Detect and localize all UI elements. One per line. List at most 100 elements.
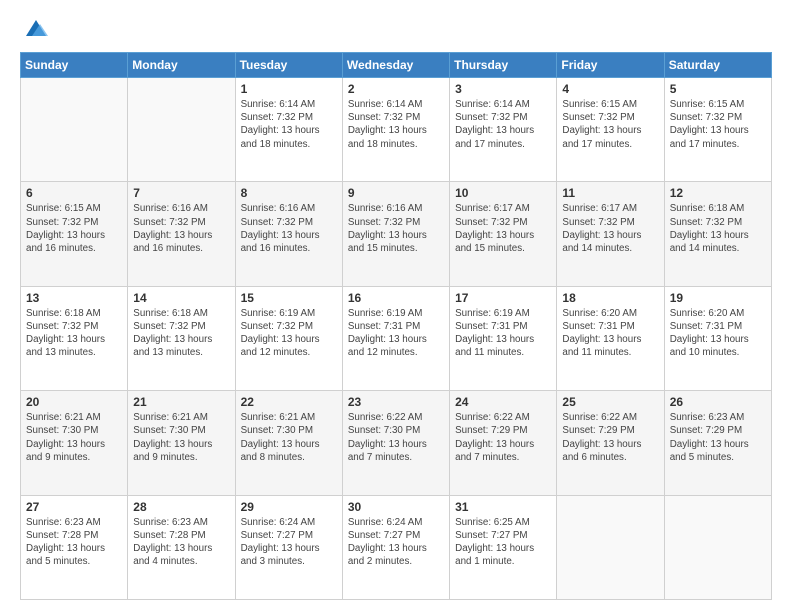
day-number: 9 — [348, 186, 444, 200]
day-info: Sunrise: 6:18 AM Sunset: 7:32 PM Dayligh… — [133, 307, 229, 360]
header — [20, 18, 772, 42]
day-number: 27 — [26, 500, 122, 514]
day-number: 13 — [26, 291, 122, 305]
calendar-cell: 20 Sunrise: 6:21 AM Sunset: 7:30 PM Dayli… — [21, 391, 128, 495]
day-number: 29 — [241, 500, 337, 514]
day-info: Sunrise: 6:16 AM Sunset: 7:32 PM Dayligh… — [348, 202, 444, 255]
calendar-cell: 21 Sunrise: 6:21 AM Sunset: 7:30 PM Dayli… — [128, 391, 235, 495]
calendar-cell: 27 Sunrise: 6:23 AM Sunset: 7:28 PM Dayli… — [21, 495, 128, 599]
calendar-cell: 26 Sunrise: 6:23 AM Sunset: 7:29 PM Dayli… — [664, 391, 771, 495]
day-number: 21 — [133, 395, 229, 409]
day-info: Sunrise: 6:16 AM Sunset: 7:32 PM Dayligh… — [241, 202, 337, 255]
day-number: 11 — [562, 186, 658, 200]
page: SundayMondayTuesdayWednesdayThursdayFrid… — [0, 0, 792, 612]
day-info: Sunrise: 6:19 AM Sunset: 7:31 PM Dayligh… — [348, 307, 444, 360]
calendar-cell — [664, 495, 771, 599]
day-info: Sunrise: 6:23 AM Sunset: 7:29 PM Dayligh… — [670, 411, 766, 464]
day-info: Sunrise: 6:21 AM Sunset: 7:30 PM Dayligh… — [26, 411, 122, 464]
calendar-cell: 18 Sunrise: 6:20 AM Sunset: 7:31 PM Dayli… — [557, 286, 664, 390]
day-number: 7 — [133, 186, 229, 200]
day-info: Sunrise: 6:23 AM Sunset: 7:28 PM Dayligh… — [26, 516, 122, 569]
calendar-cell: 30Sunrise: 6:24 AM Sunset: 7:27 PM Dayli… — [342, 495, 449, 599]
day-info: Sunrise: 6:14 AM Sunset: 7:32 PM Dayligh… — [348, 98, 444, 151]
day-number: 10 — [455, 186, 551, 200]
day-number: 14 — [133, 291, 229, 305]
day-number: 28 — [133, 500, 229, 514]
calendar-cell: 23 Sunrise: 6:22 AM Sunset: 7:30 PM Dayli… — [342, 391, 449, 495]
day-info: Sunrise: 6:24 AM Sunset: 7:27 PM Dayligh… — [348, 516, 444, 569]
day-info: Sunrise: 6:19 AM Sunset: 7:31 PM Dayligh… — [455, 307, 551, 360]
day-number: 15 — [241, 291, 337, 305]
calendar-row-3: 20 Sunrise: 6:21 AM Sunset: 7:30 PM Dayli… — [21, 391, 772, 495]
calendar-cell: 13 Sunrise: 6:18 AM Sunset: 7:32 PM Dayli… — [21, 286, 128, 390]
day-number: 8 — [241, 186, 337, 200]
calendar-table: SundayMondayTuesdayWednesdayThursdayFrid… — [20, 52, 772, 600]
calendar-row-2: 13 Sunrise: 6:18 AM Sunset: 7:32 PM Dayli… — [21, 286, 772, 390]
day-number: 12 — [670, 186, 766, 200]
day-info: Sunrise: 6:22 AM Sunset: 7:30 PM Dayligh… — [348, 411, 444, 464]
calendar-cell: 19 Sunrise: 6:20 AM Sunset: 7:31 PM Dayli… — [664, 286, 771, 390]
day-number: 25 — [562, 395, 658, 409]
calendar-cell: 25Sunrise: 6:22 AM Sunset: 7:29 PM Dayli… — [557, 391, 664, 495]
day-number: 1 — [241, 82, 337, 96]
calendar-cell: 28 Sunrise: 6:23 AM Sunset: 7:28 PM Dayli… — [128, 495, 235, 599]
day-number: 6 — [26, 186, 122, 200]
day-info: Sunrise: 6:23 AM Sunset: 7:28 PM Dayligh… — [133, 516, 229, 569]
calendar-cell: 7 Sunrise: 6:16 AM Sunset: 7:32 PM Daylig… — [128, 182, 235, 286]
day-info: Sunrise: 6:15 AM Sunset: 7:32 PM Dayligh… — [562, 98, 658, 151]
calendar-row-1: 6 Sunrise: 6:15 AM Sunset: 7:32 PM Daylig… — [21, 182, 772, 286]
calendar-cell: 8 Sunrise: 6:16 AM Sunset: 7:32 PM Daylig… — [235, 182, 342, 286]
day-number: 5 — [670, 82, 766, 96]
day-info: Sunrise: 6:17 AM Sunset: 7:32 PM Dayligh… — [562, 202, 658, 255]
day-info: Sunrise: 6:14 AM Sunset: 7:32 PM Dayligh… — [455, 98, 551, 151]
calendar-cell: 15Sunrise: 6:19 AM Sunset: 7:32 PM Dayli… — [235, 286, 342, 390]
logo — [20, 18, 50, 42]
calendar-cell: 29 Sunrise: 6:24 AM Sunset: 7:27 PM Dayli… — [235, 495, 342, 599]
calendar-cell: 5 Sunrise: 6:15 AM Sunset: 7:32 PM Daylig… — [664, 78, 771, 182]
day-info: Sunrise: 6:24 AM Sunset: 7:27 PM Dayligh… — [241, 516, 337, 569]
calendar-cell: 3Sunrise: 6:14 AM Sunset: 7:32 PM Daylig… — [450, 78, 557, 182]
calendar-cell: 24 Sunrise: 6:22 AM Sunset: 7:29 PM Dayli… — [450, 391, 557, 495]
day-number: 16 — [348, 291, 444, 305]
weekday-wednesday: Wednesday — [342, 53, 449, 78]
day-info: Sunrise: 6:21 AM Sunset: 7:30 PM Dayligh… — [241, 411, 337, 464]
day-number: 4 — [562, 82, 658, 96]
calendar-cell: 12 Sunrise: 6:18 AM Sunset: 7:32 PM Dayli… — [664, 182, 771, 286]
day-info: Sunrise: 6:20 AM Sunset: 7:31 PM Dayligh… — [562, 307, 658, 360]
day-number: 18 — [562, 291, 658, 305]
weekday-monday: Monday — [128, 53, 235, 78]
day-info: Sunrise: 6:22 AM Sunset: 7:29 PM Dayligh… — [455, 411, 551, 464]
calendar-row-4: 27 Sunrise: 6:23 AM Sunset: 7:28 PM Dayli… — [21, 495, 772, 599]
day-info: Sunrise: 6:21 AM Sunset: 7:30 PM Dayligh… — [133, 411, 229, 464]
weekday-thursday: Thursday — [450, 53, 557, 78]
day-info: Sunrise: 6:20 AM Sunset: 7:31 PM Dayligh… — [670, 307, 766, 360]
day-info: Sunrise: 6:18 AM Sunset: 7:32 PM Dayligh… — [670, 202, 766, 255]
day-number: 31 — [455, 500, 551, 514]
day-number: 19 — [670, 291, 766, 305]
day-number: 20 — [26, 395, 122, 409]
weekday-saturday: Saturday — [664, 53, 771, 78]
day-info: Sunrise: 6:16 AM Sunset: 7:32 PM Dayligh… — [133, 202, 229, 255]
calendar-cell: 10Sunrise: 6:17 AM Sunset: 7:32 PM Dayli… — [450, 182, 557, 286]
calendar-cell: 9 Sunrise: 6:16 AM Sunset: 7:32 PM Daylig… — [342, 182, 449, 286]
day-number: 26 — [670, 395, 766, 409]
calendar-cell: 2Sunrise: 6:14 AM Sunset: 7:32 PM Daylig… — [342, 78, 449, 182]
weekday-header-row: SundayMondayTuesdayWednesdayThursdayFrid… — [21, 53, 772, 78]
calendar-cell: 14 Sunrise: 6:18 AM Sunset: 7:32 PM Dayli… — [128, 286, 235, 390]
day-number: 17 — [455, 291, 551, 305]
weekday-sunday: Sunday — [21, 53, 128, 78]
day-info: Sunrise: 6:18 AM Sunset: 7:32 PM Dayligh… — [26, 307, 122, 360]
calendar-cell: 17 Sunrise: 6:19 AM Sunset: 7:31 PM Dayli… — [450, 286, 557, 390]
calendar-cell: 22 Sunrise: 6:21 AM Sunset: 7:30 PM Dayli… — [235, 391, 342, 495]
calendar-cell: 4 Sunrise: 6:15 AM Sunset: 7:32 PM Daylig… — [557, 78, 664, 182]
calendar-cell — [557, 495, 664, 599]
day-info: Sunrise: 6:15 AM Sunset: 7:32 PM Dayligh… — [670, 98, 766, 151]
day-number: 22 — [241, 395, 337, 409]
day-number: 24 — [455, 395, 551, 409]
weekday-friday: Friday — [557, 53, 664, 78]
weekday-tuesday: Tuesday — [235, 53, 342, 78]
calendar-cell: 16 Sunrise: 6:19 AM Sunset: 7:31 PM Dayli… — [342, 286, 449, 390]
day-info: Sunrise: 6:25 AM Sunset: 7:27 PM Dayligh… — [455, 516, 551, 569]
day-number: 23 — [348, 395, 444, 409]
day-info: Sunrise: 6:15 AM Sunset: 7:32 PM Dayligh… — [26, 202, 122, 255]
